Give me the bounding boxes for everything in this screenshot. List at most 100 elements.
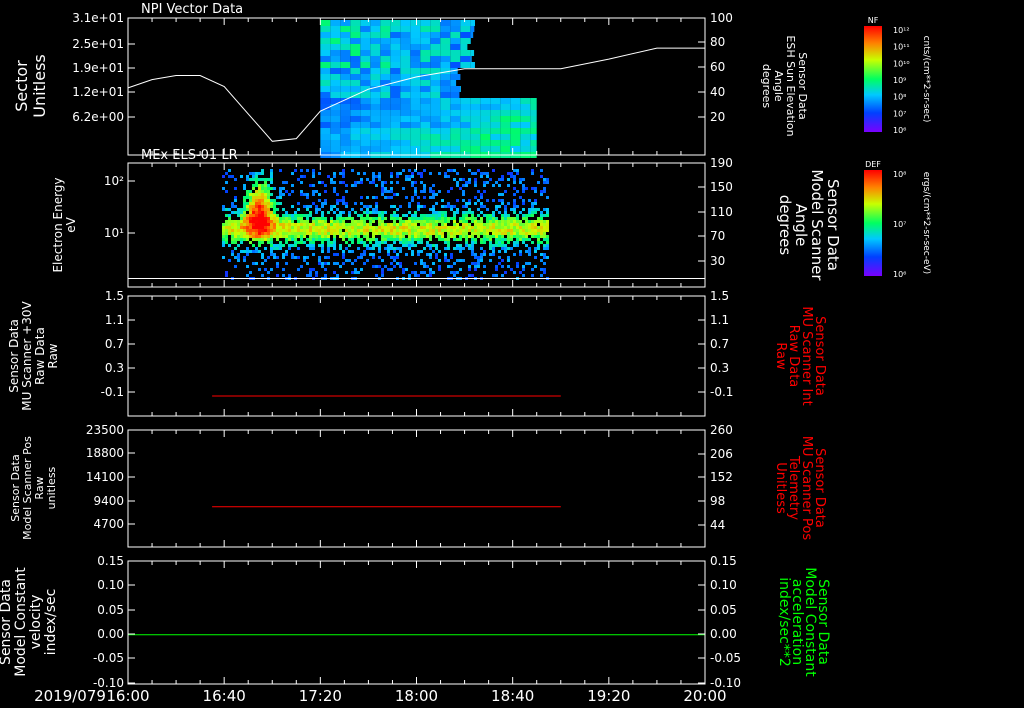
spectrogram-cell xyxy=(393,250,396,253)
spectrogram-cell xyxy=(300,169,303,172)
spectrogram-cell xyxy=(393,247,396,250)
spectrogram-cell xyxy=(435,223,438,226)
spectrogram-cell xyxy=(267,211,270,214)
y-tick-label-right: 190 xyxy=(710,156,733,170)
spectrogram-cell xyxy=(516,235,519,238)
spectrogram-cell xyxy=(324,202,327,205)
spectrogram-cell xyxy=(423,229,426,232)
spectrogram-cell xyxy=(489,220,492,223)
spectrogram-cell xyxy=(453,169,456,172)
spectrogram-cell xyxy=(507,229,510,232)
colorbar-tick-label: 10¹⁰ xyxy=(893,59,910,68)
spectrogram-cell xyxy=(261,211,264,214)
spectrogram-cell xyxy=(420,20,431,26)
spectrogram-cell xyxy=(410,56,421,62)
spectrogram-cell xyxy=(470,122,481,128)
spectrogram-cell xyxy=(470,146,481,152)
spectrogram-cell xyxy=(411,172,414,175)
spectrogram-cell xyxy=(336,274,339,277)
spectrogram-cell xyxy=(372,208,375,211)
spectrogram-cell xyxy=(350,134,361,140)
spectrogram-cell xyxy=(270,244,273,247)
spectrogram-cell xyxy=(345,229,348,232)
spectrogram-cell xyxy=(306,229,309,232)
spectrogram-cell xyxy=(396,253,399,256)
spectrogram-cell xyxy=(342,202,345,205)
spectrogram-cell xyxy=(273,226,276,229)
spectrogram-cell xyxy=(486,232,489,235)
spectrogram-cell xyxy=(447,244,450,247)
spectrogram-cell xyxy=(348,250,351,253)
spectrogram-cell xyxy=(474,232,477,235)
spectrogram-cell xyxy=(408,223,411,226)
colorbar-tick-label: 10⁸ xyxy=(893,93,906,102)
spectrogram-cell xyxy=(231,175,234,178)
spectrogram-cell xyxy=(405,223,408,226)
spectrogram-cell xyxy=(330,146,341,152)
spectrogram-cell xyxy=(294,229,297,232)
spectrogram-cell xyxy=(531,274,534,277)
spectrogram-cell xyxy=(414,229,417,232)
spectrogram-cell xyxy=(381,229,384,232)
spectrogram-cell xyxy=(258,199,261,202)
spectrogram-cell xyxy=(501,202,504,205)
spectrogram-cell xyxy=(291,235,294,238)
spectrogram-cell xyxy=(350,68,361,74)
spectrogram-cell xyxy=(351,262,354,265)
spectrogram-cell xyxy=(363,235,366,238)
spectrogram-cell xyxy=(474,181,477,184)
spectrogram-cell xyxy=(348,232,351,235)
spectrogram-cell xyxy=(490,110,501,116)
spectrogram-cell xyxy=(378,172,381,175)
spectrogram-cell xyxy=(246,208,249,211)
spectrogram-cell xyxy=(444,256,447,259)
spectrogram-cell xyxy=(501,259,504,262)
spectrogram-cell xyxy=(399,226,402,229)
spectrogram-cell xyxy=(456,172,459,175)
spectrogram-cell xyxy=(441,223,444,226)
spectrogram-cell xyxy=(340,26,351,32)
spectrogram-cell xyxy=(255,229,258,232)
spectrogram-cell xyxy=(282,226,285,229)
spectrogram-cell xyxy=(447,220,450,223)
spectrogram-cell xyxy=(513,271,516,274)
spectrogram-cell xyxy=(270,169,273,172)
spectrogram-cell xyxy=(462,205,465,208)
spectrogram-cell xyxy=(249,223,252,226)
spectrogram-cell xyxy=(350,110,361,116)
spectrogram-cell xyxy=(440,128,451,134)
spectrogram-cell xyxy=(543,247,546,250)
spectrogram-cell xyxy=(516,238,519,241)
spectrogram-cell xyxy=(339,211,342,214)
spectrogram-cell xyxy=(363,229,366,232)
spectrogram-cell xyxy=(350,56,361,62)
spectrogram-cell xyxy=(450,226,453,229)
spectrogram-cell xyxy=(400,134,411,140)
spectrogram-cell xyxy=(282,244,285,247)
spectrogram-cell xyxy=(417,220,420,223)
spectrogram-cell xyxy=(516,172,519,175)
spectrogram-cell xyxy=(285,238,288,241)
spectrogram-cell xyxy=(327,247,330,250)
spectrogram-cell xyxy=(534,223,537,226)
spectrogram-cell xyxy=(516,169,519,172)
spectrogram-cell xyxy=(360,68,371,74)
spectrogram-cell xyxy=(420,86,431,92)
spectrogram-cell xyxy=(534,202,537,205)
spectrogram-cell xyxy=(480,116,491,122)
spectrogram-cell xyxy=(264,226,267,229)
spectrogram-cell xyxy=(360,253,363,256)
spectrogram-cell xyxy=(354,235,357,238)
spectrogram-cell xyxy=(294,235,297,238)
spectrogram-cell xyxy=(516,220,519,223)
spectrogram-cell xyxy=(417,172,420,175)
spectrogram-cell xyxy=(380,92,391,98)
spectrogram-cell xyxy=(513,169,516,172)
spectrogram-cell xyxy=(429,187,432,190)
spectrogram-cell xyxy=(450,86,461,92)
spectrogram-cell xyxy=(435,193,438,196)
spectrogram-cell xyxy=(435,214,438,217)
spectrogram-cell xyxy=(453,229,456,232)
spectrogram-cell xyxy=(480,122,491,128)
spectrogram-cell xyxy=(528,214,531,217)
